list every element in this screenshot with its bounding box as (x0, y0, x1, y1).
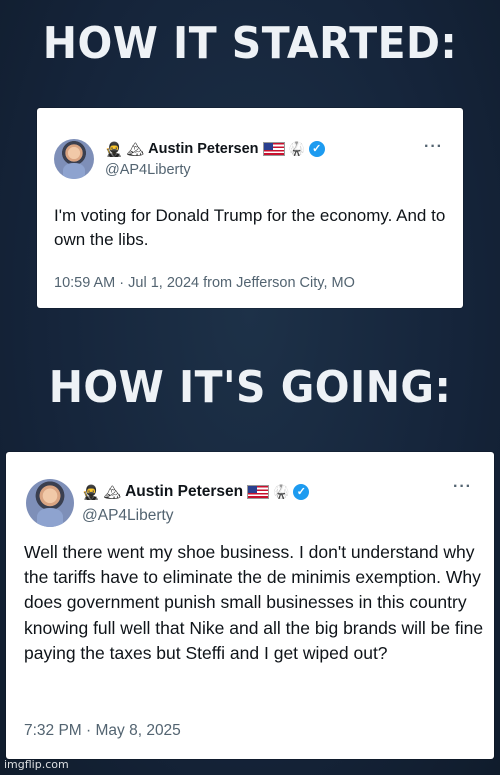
imgflip-watermark: imgflip.com (4, 758, 69, 771)
tweet-card-1[interactable]: 🥷 🏔 Austin Petersen 🥋 ✓ @AP4Liberty ··· … (37, 108, 463, 308)
author-line: 🥷 🏔 Austin Petersen 🥋 ✓ (105, 141, 325, 157)
tweet-timestamp[interactable]: 10:59 AM · Jul 1, 2024 from Jefferson Ci… (54, 275, 355, 291)
emoji-icons: 🥷 🏔 (105, 141, 145, 157)
gi-uniform-icon: 🥋 (273, 484, 290, 499)
us-flag-icon (247, 485, 270, 499)
more-options-icon[interactable]: ··· (424, 138, 443, 156)
tweet-text: Well there went my shoe business. I don'… (24, 542, 484, 663)
author-name[interactable]: Austin Petersen (148, 141, 258, 157)
more-options-icon[interactable]: ··· (453, 478, 472, 496)
emoji-icons: 🥷 🏔 (82, 484, 122, 500)
tweet-card-2[interactable]: 🥷 🏔 Austin Petersen 🥋 ✓ @AP4Liberty ··· … (6, 452, 494, 759)
verified-badge-icon: ✓ (308, 141, 325, 157)
us-flag-icon (262, 142, 285, 156)
verified-badge-icon: ✓ (293, 484, 310, 500)
gi-uniform-icon: 🥋 (288, 141, 305, 156)
author-line: 🥷 🏔 Austin Petersen 🥋 ✓ (82, 483, 310, 501)
avatar[interactable] (54, 139, 94, 179)
heading-how-it-started: HOW IT STARTED: (42, 18, 458, 69)
tweet-timestamp[interactable]: 7:32 PM · May 8, 2025 (24, 722, 181, 740)
author-name[interactable]: Austin Petersen (125, 483, 243, 501)
tweet-text: I'm voting for Donald Trump for the econ… (54, 206, 446, 249)
heading-how-its-going: HOW IT'S GOING: (48, 362, 452, 413)
avatar[interactable] (26, 479, 74, 527)
author-handle[interactable]: @AP4Liberty (105, 162, 191, 178)
author-handle[interactable]: @AP4Liberty (82, 507, 174, 525)
